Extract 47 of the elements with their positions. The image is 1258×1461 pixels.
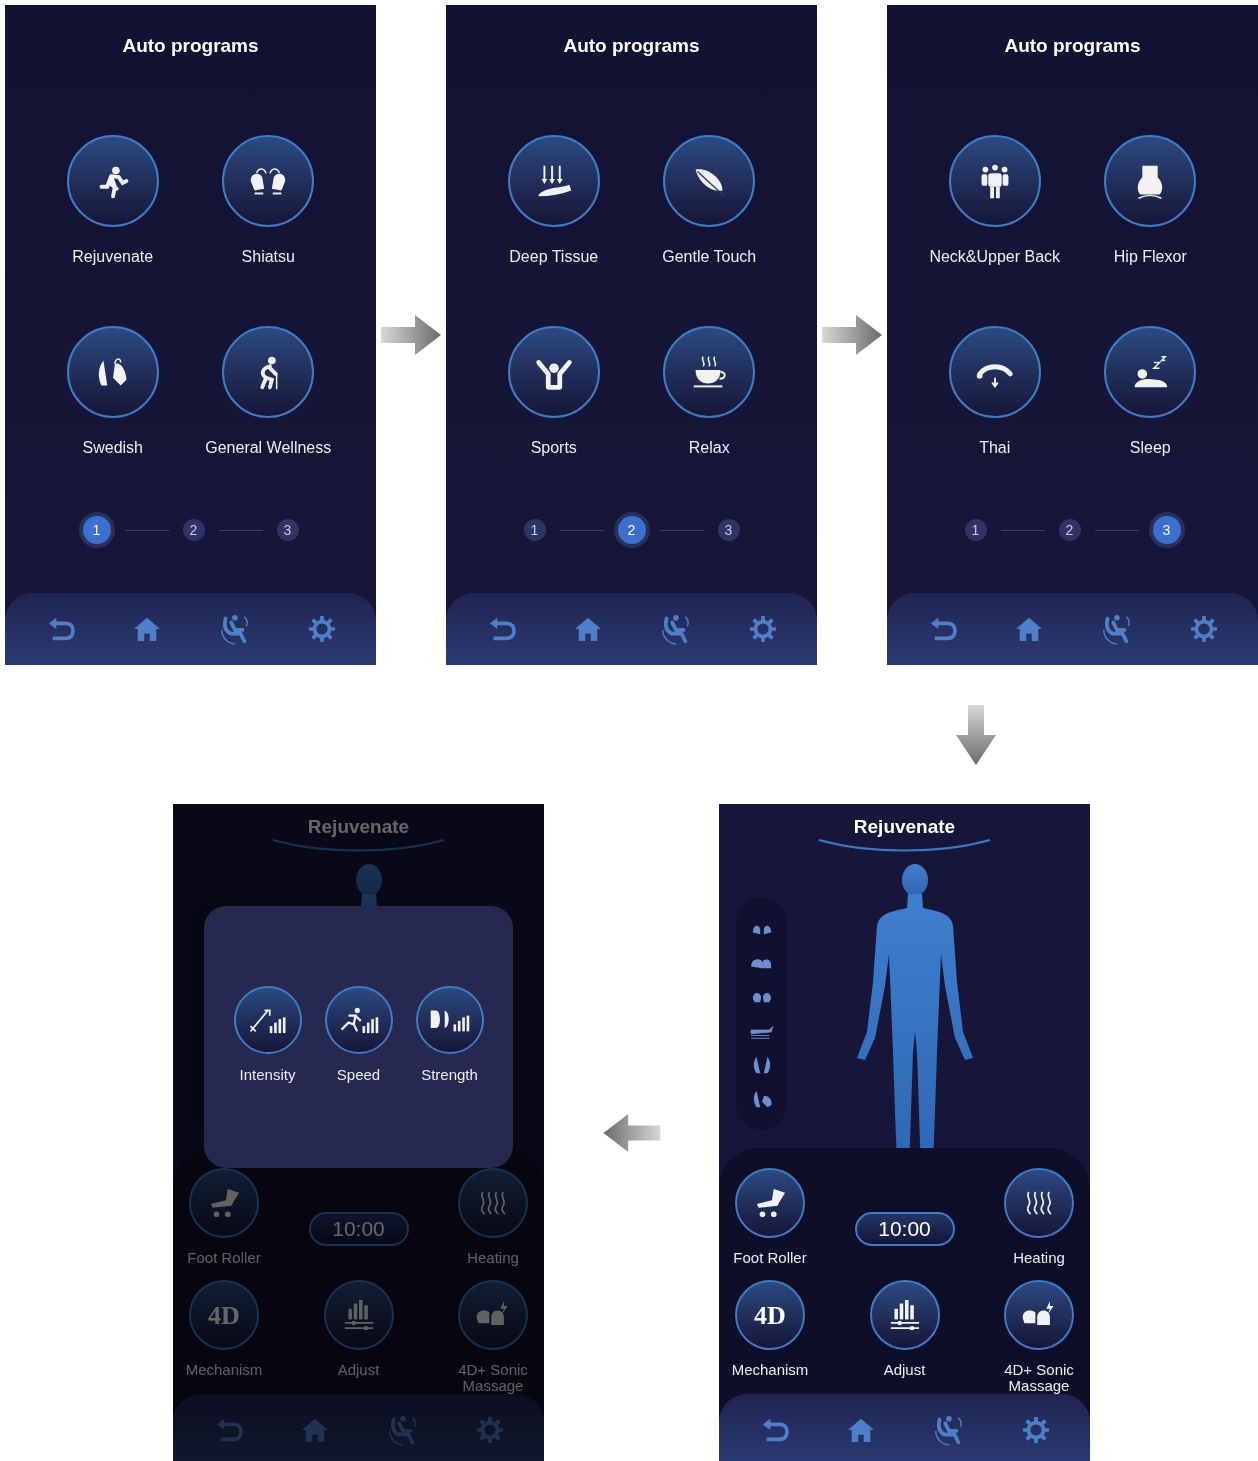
settings-icon[interactable]	[1189, 615, 1218, 643]
control-label: Foot Roller	[186, 1250, 262, 1266]
timer-display: 10:00	[854, 1212, 955, 1246]
program-label: Hip Flexor	[1113, 247, 1187, 267]
program-label: Relax	[688, 438, 730, 458]
program-label: Thai	[979, 438, 1011, 458]
control-label: 4D+ Sonic Massage	[457, 1362, 529, 1394]
screen-title: Rejuvenate	[853, 815, 956, 838]
control-label: Adjust	[336, 1362, 381, 1378]
screen-title: Auto programs	[562, 34, 701, 57]
program-label: Gentle Touch	[662, 247, 757, 267]
control-label: Heating	[466, 1250, 520, 1266]
home-icon[interactable]	[573, 616, 602, 642]
adjust-option-label: Intensity	[239, 1066, 296, 1084]
program-label: Sports	[530, 438, 577, 458]
control-label: Mechanism	[184, 1362, 264, 1378]
massage-chair-icon[interactable]	[218, 613, 251, 645]
settings-icon[interactable]	[1021, 1416, 1050, 1444]
program-label: Deep Tissue	[509, 247, 599, 267]
control-label: Foot Roller	[732, 1250, 808, 1266]
arrow-icon	[379, 315, 443, 355]
control-label: 4D+ Sonic Massage	[1003, 1362, 1075, 1394]
home-icon[interactable]	[132, 616, 161, 642]
arrow-icon	[820, 315, 884, 355]
home-icon[interactable]	[846, 1417, 875, 1443]
control-label: Heating	[1012, 1250, 1066, 1266]
settings-icon[interactable]	[307, 615, 336, 643]
home-icon[interactable]	[1014, 616, 1043, 642]
massage-chair-icon[interactable]	[932, 1414, 965, 1446]
screen-title: Auto programs	[121, 34, 260, 57]
screen-title: Auto programs	[1003, 34, 1142, 57]
control-label: Adjust	[882, 1362, 927, 1378]
massage-chair-icon[interactable]	[1100, 613, 1133, 645]
screen-title: Rejuvenate	[307, 815, 410, 838]
massage-chair-icon[interactable]	[659, 613, 692, 645]
program-label: Swedish	[82, 438, 143, 458]
control-button[interactable]: 4D	[735, 1280, 805, 1350]
program-label: Neck&Upper Back	[929, 247, 1061, 267]
control-label: Mechanism	[730, 1362, 810, 1378]
program-label: General Wellness	[205, 438, 332, 458]
settings-icon[interactable]	[748, 615, 777, 643]
program-label: Sleep	[1129, 438, 1171, 458]
adjust-option-label: Speed	[336, 1066, 381, 1084]
adjust-option-label: Strength	[421, 1066, 478, 1084]
program-label: Rejuvenate	[72, 247, 154, 267]
program-label: Shiatsu	[241, 247, 295, 267]
timer-display: 10:00	[308, 1212, 409, 1246]
